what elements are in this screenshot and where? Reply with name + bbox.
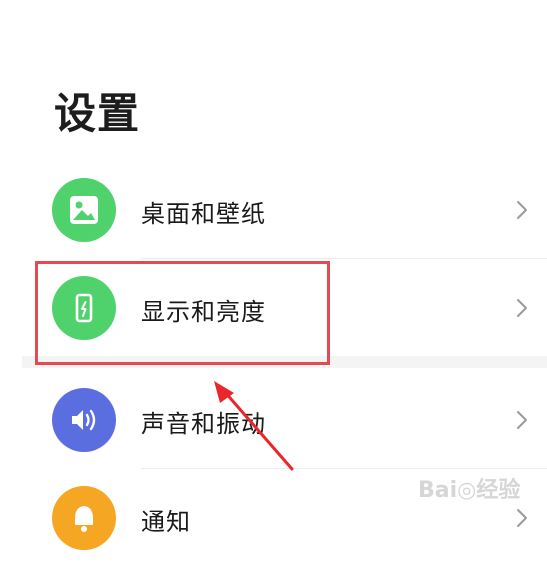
watermark: Bai◎经验 [418,478,521,503]
image-icon [52,178,116,242]
settings-item-label: 通知 [141,508,191,536]
chevron-right-icon [517,299,527,317]
settings-item-wallpaper[interactable]: 桌面和壁纸 [0,160,547,260]
speaker-icon [52,388,116,452]
annotation-arrow-icon [214,381,294,471]
highlight-box [35,261,330,365]
chevron-right-icon [517,411,527,429]
chevron-right-icon [517,509,527,527]
settings-item-label: 桌面和壁纸 [141,200,266,228]
chevron-right-icon [517,201,527,219]
bell-icon [52,486,116,550]
